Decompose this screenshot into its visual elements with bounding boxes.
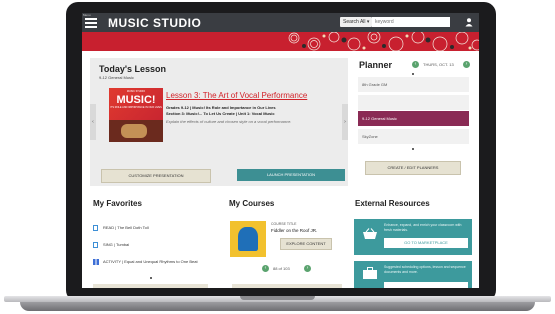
search-scope-label: Search All <box>343 19 366 25</box>
favorite-item[interactable]: ACTIVITY | Equal and Unequal Rhythms to … <box>93 259 205 265</box>
favorite-label: SING | Tumbai <box>103 242 130 248</box>
planner-scroll-down-indicator[interactable] <box>412 148 414 150</box>
courses-title: My Courses <box>229 199 275 208</box>
planner-item[interactable]: SkyZone <box>358 129 469 144</box>
course-cover-image[interactable] <box>230 221 266 257</box>
user-account-icon[interactable] <box>464 17 474 27</box>
prev-lesson-arrow[interactable]: ‹ <box>90 104 96 140</box>
top-header: Menu MUSIC STUDIO Search All ▾ <box>82 13 479 32</box>
todays-lesson-panel: Today's Lesson 9-12 General Music ‹ › MU… <box>90 58 348 186</box>
scheduling-button[interactable] <box>384 282 468 288</box>
document-icon <box>93 242 98 248</box>
laptop-base <box>0 296 555 314</box>
hamburger-menu-button[interactable] <box>85 16 97 29</box>
book-title: MUSIC! <box>116 94 156 106</box>
lesson-description: Explain the effects of culture and chose… <box>166 119 292 124</box>
course-title-label: COURSE TITLE <box>271 222 297 226</box>
todays-lesson-title: Today's Lesson <box>99 64 166 74</box>
marketplace-card: Enhance, expand, and enrich your classro… <box>354 219 472 255</box>
courses-footer-button[interactable] <box>232 284 342 288</box>
scheduling-card: Suggested scheduling options, lesson and… <box>354 261 472 288</box>
courses-prev-arrow[interactable]: ‹ <box>262 265 269 272</box>
briefcase-icon <box>363 267 377 279</box>
lesson-book-cover[interactable]: MUSIC STUDIO MUSIC! ITS ROLE AND IMPORTA… <box>109 88 163 142</box>
planner-title: Planner <box>359 60 393 70</box>
book-top-text: MUSIC STUDIO <box>126 90 146 93</box>
marketplace-text: Enhance, expand, and enrich your classro… <box>384 223 462 232</box>
favorite-label: ACTIVITY | Equal and Unequal Rhythms to … <box>103 259 198 265</box>
create-edit-planners-button[interactable]: CREATE / EDIT PLANNERS <box>365 161 461 175</box>
explore-content-button[interactable]: EXPLORE CONTENT <box>280 238 332 250</box>
favorite-label: READ | The Bell Doth Toll <box>103 225 149 231</box>
favorite-item[interactable]: SING | Tumbai <box>93 242 129 248</box>
planner-item[interactable]: 8th Grade GM <box>358 77 469 92</box>
scheduling-text: Suggested scheduling options, lesson and… <box>384 265 466 274</box>
search-scope-select[interactable]: Search All ▾ <box>340 17 373 27</box>
lesson-title-link[interactable]: Lesson 3: The Art of Vocal Performance <box>166 91 307 100</box>
app-screen: Menu MUSIC STUDIO Search All ▾ Today's L… <box>82 13 479 288</box>
todays-lesson-subtitle: 9-12 General Music <box>99 75 134 80</box>
basket-icon <box>363 228 377 239</box>
search-input[interactable] <box>372 17 450 27</box>
planner-prev-day-arrow[interactable]: ‹ <box>412 61 419 68</box>
favorite-item[interactable]: READ | The Bell Doth Toll <box>93 225 149 231</box>
decorative-pattern-banner <box>82 32 479 51</box>
activity-grid-icon <box>93 259 99 265</box>
go-to-marketplace-button[interactable]: GO TO MARKETPLACE <box>384 238 468 248</box>
book-sub-text: ITS ROLE AND IMPORTANCE IN OUR LIVES <box>110 106 162 109</box>
lesson-section-line: Section 3: Music!... To Let Us Create | … <box>166 111 275 116</box>
planner-date: THURS, OCT. 13 <box>423 62 454 67</box>
favorites-footer-button[interactable] <box>93 284 208 288</box>
next-lesson-arrow[interactable]: › <box>342 104 348 140</box>
menu-caption: Menu <box>83 13 91 17</box>
planner-scroll-up-indicator[interactable] <box>412 73 414 75</box>
customize-presentation-button[interactable]: CUSTOMIZE PRESENTATION <box>101 169 211 183</box>
planner-item[interactable] <box>358 95 469 110</box>
lesson-grades-line: Grades 9-12 | Music! Its Role and Import… <box>166 105 276 110</box>
favorites-scroll-indicator[interactable] <box>150 277 152 279</box>
course-name: Fiddler on the Roof JR. <box>271 228 318 233</box>
book-cover-image <box>109 120 163 142</box>
document-icon <box>93 225 98 231</box>
courses-next-arrow[interactable]: › <box>304 265 311 272</box>
courses-pagination: 88 of 103 <box>273 266 290 271</box>
favorites-title: My Favorites <box>93 199 142 208</box>
planner-next-day-arrow[interactable]: › <box>463 61 470 68</box>
external-resources-title: External Resources <box>355 199 430 208</box>
launch-presentation-button[interactable]: LAUNCH PRESENTATION <box>237 169 345 181</box>
planner-item-active[interactable]: 9-12 General Music <box>358 111 469 126</box>
app-logo[interactable]: MUSIC STUDIO <box>108 16 201 30</box>
